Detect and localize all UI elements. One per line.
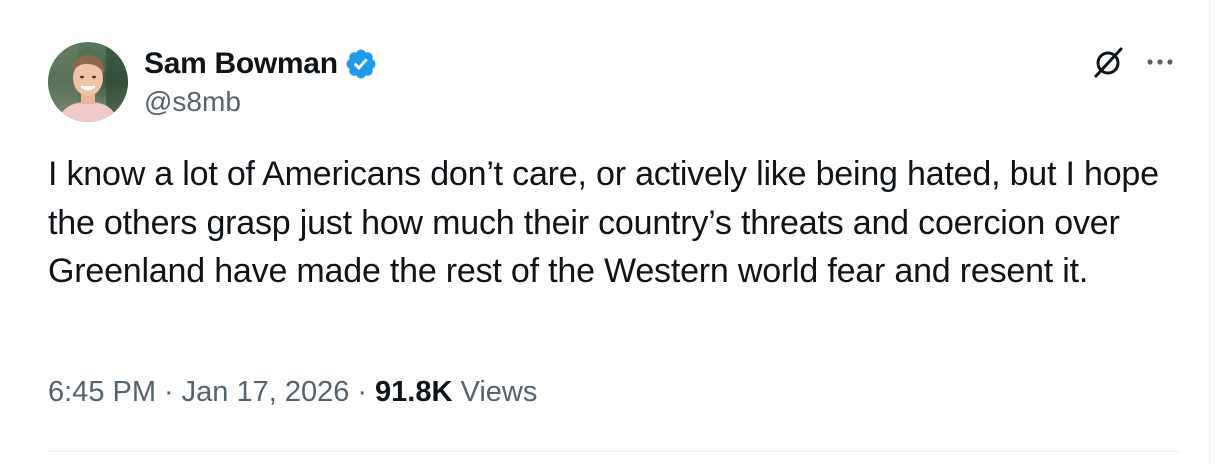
meta-separator: · [164, 376, 174, 408]
views-count[interactable]: 91.8K [375, 376, 452, 408]
author-display-name[interactable]: Sam Bowman [144, 47, 338, 81]
meta-separator: · [357, 376, 368, 408]
more-icon[interactable] [1140, 44, 1180, 80]
tweet-time[interactable]: 6:45 PM [48, 376, 156, 408]
tweet-text: I know a lot of Americans don’t care, or… [48, 155, 1159, 290]
grok-icon[interactable] [1088, 42, 1128, 82]
divider [48, 451, 1180, 452]
tweet-metadata: 6:45 PM · Jan 17, 2026 · 91.8K Views [48, 376, 537, 409]
tweet-card: Sam Bowman @s8mb I know a lot of America… [0, 0, 1210, 464]
views-label: Views [460, 376, 538, 408]
author-name-row: Sam Bowman [144, 44, 378, 84]
avatar-image [48, 42, 128, 122]
author-handle[interactable]: @s8mb [144, 86, 241, 118]
verified-badge-icon[interactable] [344, 47, 378, 81]
avatar[interactable] [48, 42, 128, 122]
tweet-date[interactable]: Jan 17, 2026 [182, 376, 350, 408]
